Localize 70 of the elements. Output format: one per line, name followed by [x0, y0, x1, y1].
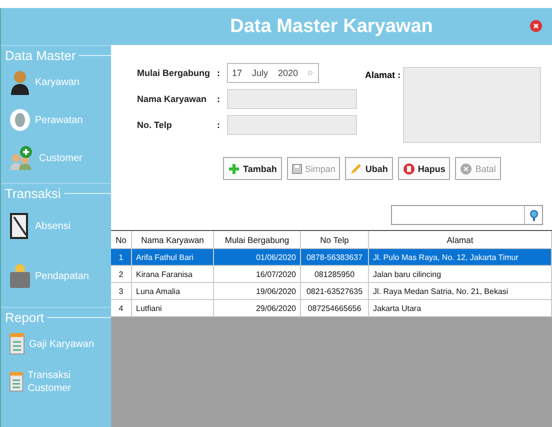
field-label: Alamat :: [365, 70, 401, 80]
column-header: Nama Karyawan: [132, 231, 214, 248]
notepad-icon: [9, 212, 31, 240]
sidebar-item[interactable]: Transaksi Customer: [28, 369, 109, 395]
colon: :: [217, 68, 221, 78]
table-row[interactable]: 4 Lutfiani 29/06/2020 087254665656 Jakarta Utara: [111, 300, 552, 317]
table-cell: Luna Amalia: [132, 283, 214, 299]
field-label: Nama Karyawan: [137, 94, 208, 104]
report-icon: [9, 333, 25, 355]
report-icon: [9, 371, 24, 393]
address-field[interactable]: [403, 67, 541, 143]
delete-icon: [402, 162, 415, 174]
calendar-icon: [308, 68, 314, 78]
table-row[interactable]: 1 Arifa Fathul Bari 01/06/2020 0878-56383637 Jl. Pulo Mas Raya, No. 12, Jakarta Timur: [111, 249, 552, 266]
sidebar-item[interactable]: Customer: [39, 152, 82, 164]
table-cell: 3: [111, 283, 132, 299]
date-picker[interactable]: 17 July 2020: [227, 63, 319, 83]
table-cell: 4: [111, 300, 132, 316]
table-cell: 19/06/2020: [214, 283, 301, 299]
table-cell: 0878-56383637: [301, 249, 369, 265]
search-field[interactable]: [391, 205, 543, 225]
table-cell: 16/07/2020: [214, 266, 301, 282]
column-header: No Telp: [301, 231, 369, 248]
search-icon[interactable]: [528, 209, 540, 221]
sidebar-item[interactable]: Gaji Karyawan: [29, 338, 94, 350]
add-button[interactable]: Tambah: [223, 157, 282, 180]
colon: :: [217, 120, 221, 130]
field-label: Mulai Bergabung: [137, 68, 212, 78]
sidebar-item[interactable]: Absensi: [35, 220, 71, 232]
window-title: Data Master Karyawan: [230, 16, 433, 38]
section-title: Data Master: [5, 48, 76, 63]
column-header: Mulai Bergabung: [214, 231, 301, 248]
table-cell: 01/06/2020: [214, 249, 301, 265]
table-cell: Jl. Pulo Mas Raya, No. 12, Jakarta Timur: [369, 249, 552, 265]
sidebar-item[interactable]: Karyawan: [35, 76, 80, 88]
wallet-icon: [9, 263, 31, 289]
person-icon: [9, 69, 31, 95]
table-cell: Arifa Fathul Bari: [132, 249, 214, 265]
table-cell: Jl. Raya Medan Satria, No. 21, Bekasi: [369, 283, 552, 299]
table-cell: Jakarta Utara: [369, 300, 552, 316]
table-cell: 0821-63527635: [301, 283, 369, 299]
field-label: No. Telp: [137, 120, 173, 130]
section-title: Transaksi: [5, 186, 61, 201]
cancel-icon: [460, 162, 472, 174]
column-header: No: [111, 231, 132, 248]
plus-icon: [228, 162, 240, 174]
phone-field[interactable]: [227, 115, 357, 135]
table-cell: Lutfiani: [132, 300, 214, 316]
table-cell: 081285950: [301, 266, 369, 282]
delete-button[interactable]: Hapus: [398, 157, 450, 180]
table-cell: 2: [111, 266, 132, 282]
table-cell: 1: [111, 249, 132, 265]
floppy-icon: [292, 164, 302, 174]
table-cell: 29/06/2020: [214, 300, 301, 316]
table-cell: 087254665656: [301, 300, 369, 316]
edit-button[interactable]: Ubah: [345, 157, 393, 180]
table-cell: Kirana Faranisa: [132, 266, 214, 282]
colon: :: [217, 94, 221, 104]
add-user-icon: [9, 146, 35, 170]
face-icon: [9, 108, 31, 132]
pencil-icon: [350, 162, 362, 174]
column-header: Alamat: [369, 231, 552, 248]
table-row[interactable]: 3 Luna Amalia 19/06/2020 0821-63527635 Jl. Raya Medan Satria, No. 21, Bekasi: [111, 283, 552, 300]
table-cell: Jalan baru cilincing: [369, 266, 552, 282]
sidebar-item[interactable]: Pendapatan: [35, 270, 89, 282]
table-row[interactable]: 2 Kirana Faranisa 16/07/2020 081285950 Jalan baru cilincing: [111, 266, 552, 283]
sidebar-item[interactable]: Perawatan: [35, 114, 83, 126]
close-icon[interactable]: [530, 20, 542, 32]
section-title: Report: [5, 310, 44, 325]
name-field[interactable]: [227, 89, 357, 109]
